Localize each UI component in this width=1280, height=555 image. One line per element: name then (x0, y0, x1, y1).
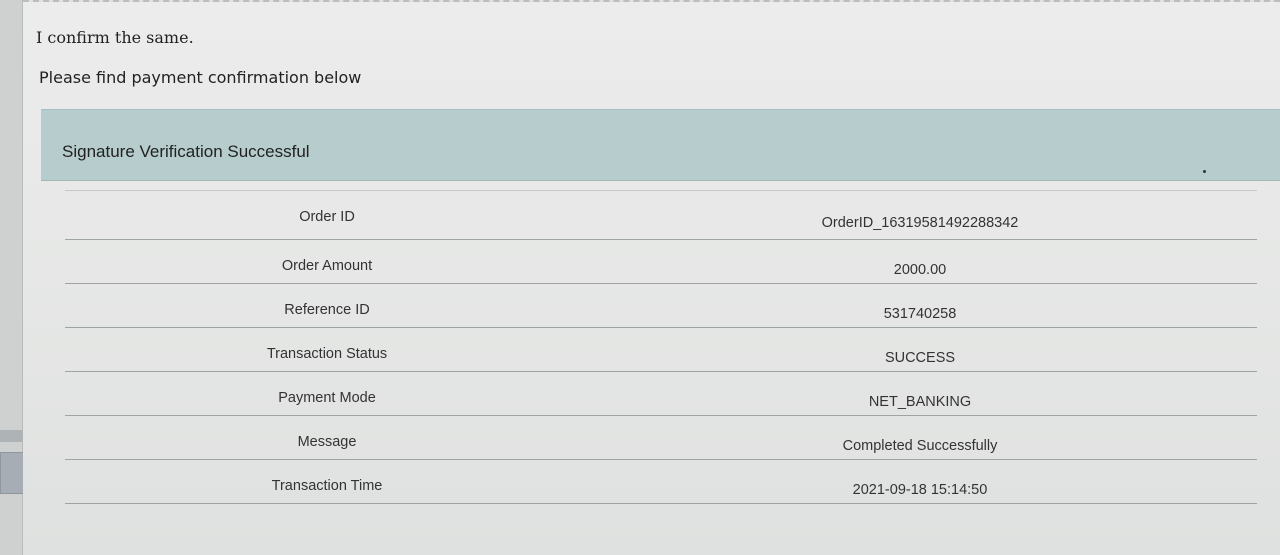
table-row: Order Amount 2000.00 (65, 240, 1257, 284)
payment-details-table: Order ID OrderID_16319581492288342 Order… (65, 190, 1257, 504)
reference-id-label: Reference ID (284, 302, 370, 318)
banner-title: Signature Verification Successful (62, 142, 310, 161)
reference-id-value: 531740258 (883, 306, 957, 322)
table-row: Order ID OrderID_16319581492288342 (65, 190, 1257, 240)
message-label: Message (297, 434, 357, 450)
table-row: Message Completed Successfully (65, 416, 1257, 460)
transaction-time-label: Transaction Time (271, 478, 383, 494)
confirm-text: I confirm the same. (36, 28, 194, 47)
table-row: Payment Mode NET_BANKING (65, 372, 1257, 416)
payment-mode-label: Payment Mode (278, 390, 376, 406)
email-body: I confirm the same. Please find payment … (23, 0, 1280, 555)
transaction-status-value: SUCCESS (884, 350, 956, 366)
transaction-time-value: 2021-09-18 15:14:50 (852, 482, 988, 498)
verification-banner: Signature Verification Successful (41, 109, 1280, 181)
banner-dot (1203, 170, 1206, 173)
order-id-label: Order ID (299, 209, 355, 225)
order-amount-value: 2000.00 (893, 262, 947, 278)
message-value: Completed Successfully (842, 438, 998, 454)
intro-text: Please find payment confirmation below (39, 68, 362, 87)
table-row: Transaction Status SUCCESS (65, 328, 1257, 372)
order-amount-label: Order Amount (281, 258, 373, 274)
table-row: Reference ID 531740258 (65, 284, 1257, 328)
order-id-value: OrderID_16319581492288342 (821, 215, 1019, 231)
transaction-status-label: Transaction Status (266, 346, 388, 362)
payment-mode-value: NET_BANKING (868, 394, 972, 410)
table-row: Transaction Time 2021-09-18 15:14:50 (65, 460, 1257, 504)
